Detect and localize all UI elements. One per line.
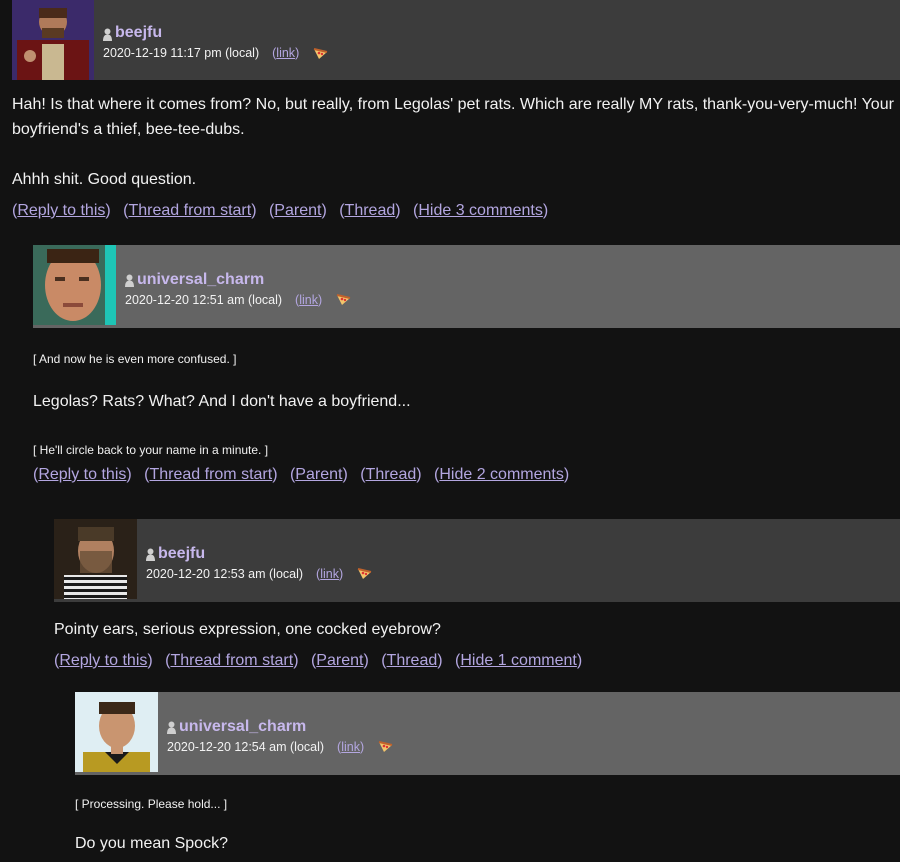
comment-4: universal_charm 2020-12-20 12:54 am (loc… bbox=[75, 692, 900, 856]
hide-comments-link[interactable]: Hide 1 comment bbox=[460, 652, 577, 669]
hide-comments-link[interactable]: Hide 2 comments bbox=[439, 466, 564, 483]
username-row: universal_charm bbox=[167, 718, 900, 736]
comment-header: beejfu 2020-12-20 12:53 am (local) (link… bbox=[54, 519, 900, 602]
username-link[interactable]: beejfu bbox=[115, 24, 162, 42]
avatar[interactable] bbox=[33, 245, 116, 325]
comment-actions: (Reply to this) (Thread from start) (Par… bbox=[33, 466, 900, 484]
comment-paragraph: Ahhh shit. Good question. bbox=[12, 171, 197, 188]
action-note: [ Processing. Please hold... ] bbox=[75, 797, 228, 811]
action-note: [ He'll circle back to your name in a mi… bbox=[33, 443, 269, 457]
pizza-icon bbox=[313, 47, 328, 60]
timestamp: 2020-12-19 11:17 pm (local) bbox=[103, 46, 260, 60]
action-note: [ And now he is even more confused. ] bbox=[33, 352, 237, 366]
action-wrap: (Parent) bbox=[310, 652, 369, 669]
comment-body: [ Processing. Please hold... ] Do you me… bbox=[75, 775, 900, 856]
dateline: 2020-12-20 12:51 am (local) (link) bbox=[125, 293, 900, 307]
avatar[interactable] bbox=[54, 519, 137, 599]
pizza-icon bbox=[336, 293, 351, 306]
action-wrap: (Thread from start) bbox=[123, 202, 257, 219]
comment-line: Legolas? Rats? What? And I don't have a … bbox=[33, 393, 411, 410]
comment-paragraph: Hah! Is that where it comes from? No, bu… bbox=[12, 96, 894, 138]
comment-body: Pointy ears, serious expression, one coc… bbox=[54, 602, 900, 642]
thread-link[interactable]: Thread bbox=[345, 202, 396, 219]
action-wrap: (Reply to this) bbox=[12, 202, 111, 219]
username-link[interactable]: universal_charm bbox=[179, 718, 306, 736]
thread-link[interactable]: Thread bbox=[366, 466, 417, 483]
comment-header: universal_charm 2020-12-20 12:51 am (loc… bbox=[33, 245, 900, 328]
user-icon[interactable] bbox=[125, 274, 134, 287]
reply-link[interactable]: Reply to this bbox=[59, 652, 147, 669]
comment-meta: beejfu 2020-12-19 11:17 pm (local) (link… bbox=[94, 0, 900, 80]
comment-line: Do you mean Spock? bbox=[75, 835, 228, 852]
timestamp: 2020-12-20 12:53 am (local) bbox=[146, 566, 304, 581]
permalink-wrap: (link) bbox=[295, 292, 323, 307]
pizza-icon bbox=[378, 740, 393, 753]
action-wrap: (Thread) bbox=[381, 652, 443, 669]
permalink[interactable]: link bbox=[299, 293, 318, 307]
timestamp: 2020-12-20 12:51 am (local) bbox=[125, 292, 283, 307]
pizza-icon bbox=[357, 567, 372, 580]
thread-from-start-link[interactable]: Thread from start bbox=[128, 202, 251, 219]
comment-1: beejfu 2020-12-19 11:17 pm (local) (link… bbox=[12, 0, 900, 220]
comment-3: beejfu 2020-12-20 12:53 am (local) (link… bbox=[54, 519, 900, 670]
avatar[interactable] bbox=[75, 692, 158, 772]
thread-link[interactable]: Thread bbox=[387, 652, 438, 669]
comment-header: universal_charm 2020-12-20 12:54 am (loc… bbox=[75, 692, 900, 775]
comment-meta: beejfu 2020-12-20 12:53 am (local) (link… bbox=[137, 519, 900, 602]
comment-2: universal_charm 2020-12-20 12:51 am (loc… bbox=[33, 245, 900, 484]
username-row: beejfu bbox=[146, 545, 900, 563]
permalink-wrap: (link) bbox=[316, 566, 344, 581]
user-icon[interactable] bbox=[103, 28, 112, 41]
comment-actions: (Reply to this) (Thread from start) (Par… bbox=[54, 652, 900, 670]
action-wrap: (Thread) bbox=[339, 202, 401, 219]
user-icon[interactable] bbox=[167, 721, 176, 734]
dateline: 2020-12-20 12:54 am (local) (link) bbox=[167, 740, 900, 754]
action-wrap: (Hide 1 comment) bbox=[455, 652, 583, 669]
reply-link[interactable]: Reply to this bbox=[38, 466, 126, 483]
permalink-wrap: (link) bbox=[337, 739, 365, 754]
thread-from-start-link[interactable]: Thread from start bbox=[170, 652, 293, 669]
parent-link[interactable]: Parent bbox=[274, 202, 321, 219]
dateline: 2020-12-19 11:17 pm (local) (link) bbox=[103, 46, 900, 60]
dateline: 2020-12-20 12:53 am (local) (link) bbox=[146, 567, 900, 581]
action-wrap: (Hide 2 comments) bbox=[434, 466, 570, 483]
action-wrap: (Reply to this) bbox=[54, 652, 153, 669]
permalink[interactable]: link bbox=[320, 567, 339, 581]
action-wrap: (Thread) bbox=[360, 466, 422, 483]
parent-link[interactable]: Parent bbox=[295, 466, 342, 483]
parent-link[interactable]: Parent bbox=[316, 652, 363, 669]
username-link[interactable]: universal_charm bbox=[137, 271, 264, 289]
username-row: beejfu bbox=[103, 24, 900, 42]
action-wrap: (Hide 3 comments) bbox=[413, 202, 549, 219]
user-icon[interactable] bbox=[146, 548, 155, 561]
permalink[interactable]: link bbox=[341, 740, 360, 754]
comment-line: Pointy ears, serious expression, one coc… bbox=[54, 621, 441, 638]
action-wrap: (Thread from start) bbox=[144, 466, 278, 483]
avatar[interactable] bbox=[12, 0, 94, 80]
comment-header: beejfu 2020-12-19 11:17 pm (local) (link… bbox=[12, 0, 900, 80]
action-wrap: (Parent) bbox=[268, 202, 327, 219]
permalink-wrap: (link) bbox=[272, 46, 300, 60]
username-link[interactable]: beejfu bbox=[158, 545, 205, 563]
action-wrap: (Reply to this) bbox=[33, 466, 132, 483]
comment-actions: (Reply to this) (Thread from start) (Par… bbox=[12, 202, 900, 220]
thread-from-start-link[interactable]: Thread from start bbox=[149, 466, 272, 483]
action-wrap: (Thread from start) bbox=[165, 652, 299, 669]
timestamp: 2020-12-20 12:54 am (local) bbox=[167, 739, 325, 754]
reply-link[interactable]: Reply to this bbox=[17, 202, 105, 219]
action-wrap: (Parent) bbox=[289, 466, 348, 483]
comment-body: [ And now he is even more confused. ] Le… bbox=[33, 328, 900, 457]
comment-meta: universal_charm 2020-12-20 12:54 am (loc… bbox=[158, 692, 900, 775]
username-row: universal_charm bbox=[125, 271, 900, 289]
permalink[interactable]: link bbox=[276, 46, 295, 60]
comment-meta: universal_charm 2020-12-20 12:51 am (loc… bbox=[116, 245, 900, 328]
hide-comments-link[interactable]: Hide 3 comments bbox=[418, 202, 543, 219]
comment-body: Hah! Is that where it comes from? No, bu… bbox=[12, 80, 900, 192]
